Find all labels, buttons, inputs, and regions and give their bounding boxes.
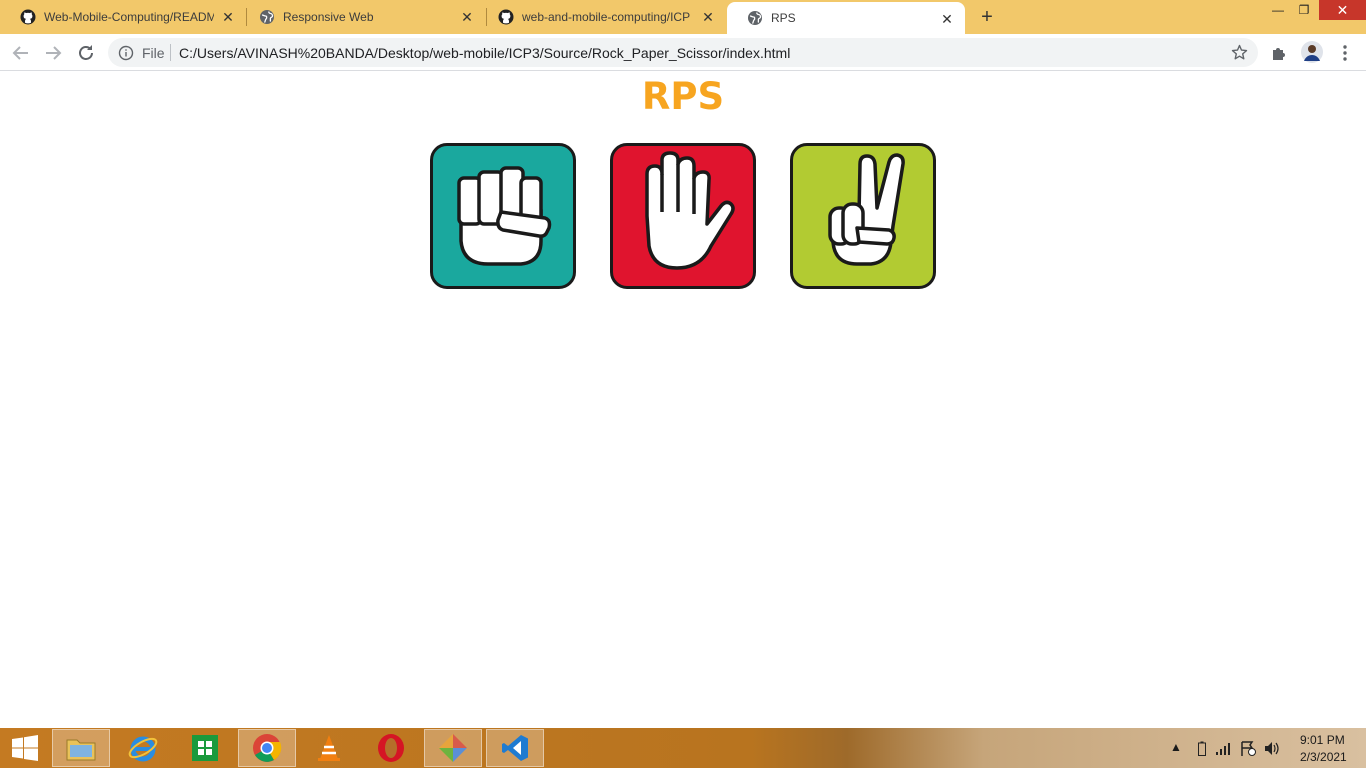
new-tab-button[interactable]: + bbox=[976, 6, 998, 28]
divider bbox=[170, 44, 171, 61]
arrow-left-icon bbox=[12, 46, 28, 60]
tab-responsive-web[interactable]: Responsive Web ✕ bbox=[239, 0, 485, 34]
clock-date[interactable]: 2/3/2021 bbox=[1300, 750, 1347, 764]
tab-title: RPS bbox=[771, 11, 796, 25]
action-center-flag-icon[interactable] bbox=[1240, 741, 1256, 761]
chrome-icon bbox=[253, 734, 282, 762]
github-icon bbox=[20, 9, 36, 25]
clock-time[interactable]: 9:01 PM bbox=[1300, 733, 1345, 747]
volume-icon[interactable] bbox=[1264, 741, 1280, 761]
github-icon bbox=[498, 9, 514, 25]
tray-chevron-icon[interactable]: ▲ bbox=[1170, 740, 1182, 754]
windows-logo-icon bbox=[12, 735, 38, 761]
opera-button[interactable] bbox=[362, 729, 420, 767]
page-viewport: RPS bbox=[0, 71, 1366, 728]
close-tab-icon[interactable]: ✕ bbox=[220, 9, 236, 25]
tab-title: Web-Mobile-Computing/README bbox=[44, 10, 214, 24]
paper-button[interactable] bbox=[610, 143, 756, 289]
globe-icon bbox=[259, 9, 275, 25]
back-button[interactable] bbox=[10, 42, 32, 64]
taskbar: ▲ 9:01 PM 2/3/2021 bbox=[0, 728, 1366, 768]
store-button[interactable] bbox=[176, 729, 234, 767]
window-close-button[interactable]: ✕ bbox=[1319, 0, 1366, 20]
tab-strip: Web-Mobile-Computing/README ✕ Responsive… bbox=[0, 0, 1366, 34]
scheme-label: File bbox=[142, 45, 165, 61]
tab-title: Responsive Web bbox=[283, 10, 374, 24]
vlc-button[interactable] bbox=[300, 729, 358, 767]
restore-button[interactable]: ❐ bbox=[1291, 0, 1317, 20]
browser-toolbar: File C:/Users/AVINASH%20BANDA/Desktop/we… bbox=[0, 34, 1366, 71]
url-text[interactable]: C:/Users/AVINASH%20BANDA/Desktop/web-mob… bbox=[179, 45, 790, 61]
close-tab-icon[interactable]: ✕ bbox=[459, 9, 475, 25]
internet-explorer-icon bbox=[128, 736, 158, 762]
reload-button[interactable] bbox=[75, 42, 97, 64]
opera-icon bbox=[378, 734, 404, 762]
close-tab-icon[interactable]: ✕ bbox=[939, 11, 955, 27]
minimize-button[interactable]: — bbox=[1265, 0, 1291, 20]
tab-readme[interactable]: Web-Mobile-Computing/README ✕ bbox=[0, 0, 246, 34]
reload-icon bbox=[79, 45, 93, 60]
git-icon bbox=[439, 734, 467, 762]
bookmark-star-icon[interactable] bbox=[1231, 44, 1248, 61]
chrome-button[interactable] bbox=[238, 729, 296, 767]
screen: Web-Mobile-Computing/README ✕ Responsive… bbox=[0, 0, 1366, 768]
peace-hand-icon bbox=[828, 153, 905, 266]
rock-button[interactable] bbox=[430, 143, 576, 289]
folder-icon bbox=[66, 739, 96, 761]
tab-rps[interactable]: RPS ✕ bbox=[727, 2, 965, 34]
extensions-puzzle-icon[interactable] bbox=[1270, 43, 1290, 63]
fist-icon bbox=[457, 166, 552, 266]
globe-icon bbox=[747, 10, 763, 26]
profile-avatar[interactable] bbox=[1301, 41, 1323, 63]
tab-title: web-and-mobile-computing/ICP bbox=[522, 10, 691, 24]
vs-code-icon bbox=[502, 735, 528, 761]
store-icon bbox=[192, 735, 218, 761]
scissors-button[interactable] bbox=[790, 143, 936, 289]
internet-explorer-button[interactable] bbox=[114, 729, 172, 767]
signal-icon[interactable] bbox=[1216, 742, 1232, 760]
battery-icon[interactable] bbox=[1198, 741, 1206, 761]
info-icon[interactable] bbox=[118, 45, 134, 61]
start-button[interactable] bbox=[0, 729, 50, 767]
forward-button[interactable] bbox=[42, 42, 64, 64]
page-title: RPS bbox=[641, 75, 725, 118]
address-bar[interactable]: File C:/Users/AVINASH%20BANDA/Desktop/we… bbox=[108, 38, 1258, 67]
close-tab-icon[interactable]: ✕ bbox=[700, 9, 716, 25]
git-button[interactable] bbox=[424, 729, 482, 767]
file-explorer-button[interactable] bbox=[52, 729, 110, 767]
vs-code-button[interactable] bbox=[486, 729, 544, 767]
open-hand-icon bbox=[645, 151, 735, 270]
tab-icp[interactable]: web-and-mobile-computing/ICP ✕ bbox=[478, 0, 726, 34]
more-menu-icon[interactable] bbox=[1335, 43, 1355, 63]
vlc-cone-icon bbox=[318, 735, 340, 761]
arrow-right-icon bbox=[46, 46, 62, 60]
